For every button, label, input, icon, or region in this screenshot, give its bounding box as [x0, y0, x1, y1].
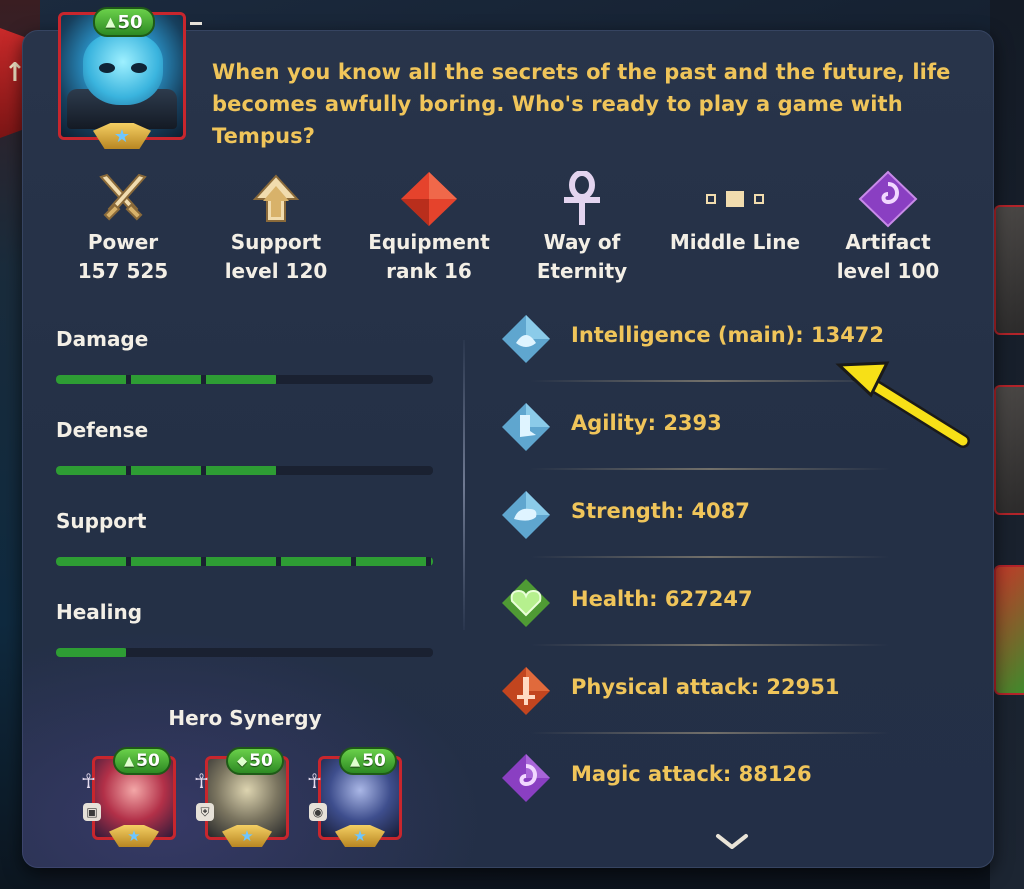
support-arrow-icon — [201, 170, 351, 228]
yellow-pointer-arrow-icon — [835, 361, 970, 448]
role-label: Healing — [56, 600, 143, 624]
stat-label: Power — [87, 230, 159, 254]
attribute-separator — [530, 468, 890, 470]
attribute-strength[interactable]: Strength: 4087 — [500, 489, 920, 549]
role-label: Support — [56, 509, 147, 533]
stat-label: Support — [230, 230, 322, 254]
magic-attack-icon — [502, 754, 550, 802]
attribute-separator — [530, 732, 890, 734]
attribute-separator — [530, 556, 890, 558]
stat-value: Eternity — [536, 259, 628, 283]
stat-value: 157 525 — [77, 259, 169, 283]
chevron-down-icon[interactable] — [715, 833, 749, 851]
intelligence-icon — [502, 315, 550, 363]
artifact-icon — [813, 170, 963, 228]
stat-middle-line[interactable]: Middle Line — [660, 170, 810, 257]
attribute-text: Health: 627247 — [571, 587, 753, 611]
level-up-icon: ◆ — [237, 753, 248, 769]
role-damage: Damage — [56, 325, 436, 384]
hero-quote: When you know all the secrets of the pas… — [212, 60, 951, 148]
attribute-magic-attack[interactable]: Magic attack: 88126 — [500, 752, 920, 812]
attribute-health[interactable]: Health: 627247 — [500, 577, 920, 637]
attribute-text: Physical attack: 22951 — [571, 675, 840, 699]
portrait-face — [83, 33, 163, 105]
stat-value: level 100 — [836, 259, 940, 283]
role-bar-fill — [56, 557, 433, 566]
role-support: Support — [56, 507, 436, 566]
eye-icon: ◉ — [309, 803, 327, 821]
role-bar-track — [56, 557, 433, 566]
role-bar-fill — [56, 466, 279, 475]
attribute-text: Agility: 2393 — [571, 411, 722, 435]
side-hero-card[interactable] — [994, 205, 1024, 335]
synergy-hero-level: 50 — [249, 751, 273, 771]
portrait-eye — [99, 63, 115, 73]
synergy-title: Hero Synergy — [168, 706, 322, 730]
stat-label: Equipment — [368, 230, 490, 254]
ankh-icon: ☥ — [194, 769, 209, 793]
level-up-icon: ▲ — [105, 14, 116, 30]
synergy-level-badge: ▲ 50 — [339, 747, 397, 775]
stat-power[interactable]: Power 157 525 — [48, 170, 198, 286]
stat-value: rank 16 — [386, 259, 472, 283]
role-label: Damage — [56, 327, 149, 351]
synergy-hero-card[interactable]: ▲ 50 ☥ ◉ ★ — [307, 747, 402, 847]
red-diamond-icon — [354, 170, 504, 228]
stat-value: level 120 — [224, 259, 328, 283]
role-bar-track — [56, 648, 433, 657]
ankh-icon: ☥ — [307, 769, 322, 793]
agility-icon — [502, 403, 550, 451]
strength-icon — [502, 491, 550, 539]
attribute-text: Strength: 4087 — [571, 499, 750, 523]
role-bar-track — [56, 466, 433, 475]
stat-label: Middle Line — [669, 230, 801, 254]
stat-artifact[interactable]: Artifact level 100 — [813, 170, 963, 286]
attribute-text: Intelligence (main): 13472 — [571, 323, 885, 347]
crossed-swords-icon — [48, 170, 198, 228]
stat-equipment[interactable]: Equipment rank 16 — [354, 170, 504, 286]
synergy-hero-card[interactable]: ◆ 50 ☥ ⛨ ★ — [194, 747, 289, 847]
role-bar-fill — [56, 375, 279, 384]
stat-way-of-eternity[interactable]: Way of Eternity — [507, 170, 657, 286]
column-divider — [463, 340, 465, 630]
ankh-icon: ☥ — [81, 769, 96, 793]
side-hero-card[interactable] — [994, 565, 1024, 695]
role-healing: Healing — [56, 598, 436, 657]
ankh-icon — [507, 170, 657, 228]
stat-label: Way of — [543, 230, 621, 254]
middle-line-icon — [660, 170, 810, 228]
shield-icon: ⛨ — [196, 803, 214, 821]
synergy-level-badge: ▲ 50 — [113, 747, 171, 775]
health-heart-icon — [502, 579, 550, 627]
side-hero-card[interactable] — [994, 385, 1024, 515]
role-label: Defense — [56, 418, 149, 442]
chest-icon: ▣ — [83, 803, 101, 821]
synergy-level-badge: ◆ 50 — [226, 747, 284, 775]
synergy-hero-card[interactable]: ▲ 50 ☥ ▣ ★ — [81, 747, 176, 847]
attribute-separator — [530, 644, 890, 646]
role-defense: Defense — [56, 416, 436, 475]
hero-level: 50 — [117, 11, 143, 33]
stat-label: Artifact — [845, 230, 931, 254]
level-up-icon: ▲ — [350, 753, 361, 769]
synergy-hero-level: 50 — [362, 751, 386, 771]
title-dash — [190, 22, 202, 25]
hero-portrait[interactable]: ▲ 50 ★ — [58, 7, 186, 149]
role-bar-fill — [56, 648, 128, 657]
hero-stat-row: Power 157 525 Support level 120 Equipmen… — [48, 170, 968, 300]
hero-level-badge: ▲ 50 — [93, 7, 155, 37]
attribute-physical-attack[interactable]: Physical attack: 22951 — [500, 665, 920, 725]
stat-support[interactable]: Support level 120 — [201, 170, 351, 286]
physical-attack-icon — [502, 667, 550, 715]
synergy-hero-level: 50 — [136, 751, 160, 771]
level-up-icon: ▲ — [124, 753, 135, 769]
portrait-eye — [131, 63, 147, 73]
role-bar-track — [56, 375, 433, 384]
attribute-text: Magic attack: 88126 — [571, 762, 812, 786]
